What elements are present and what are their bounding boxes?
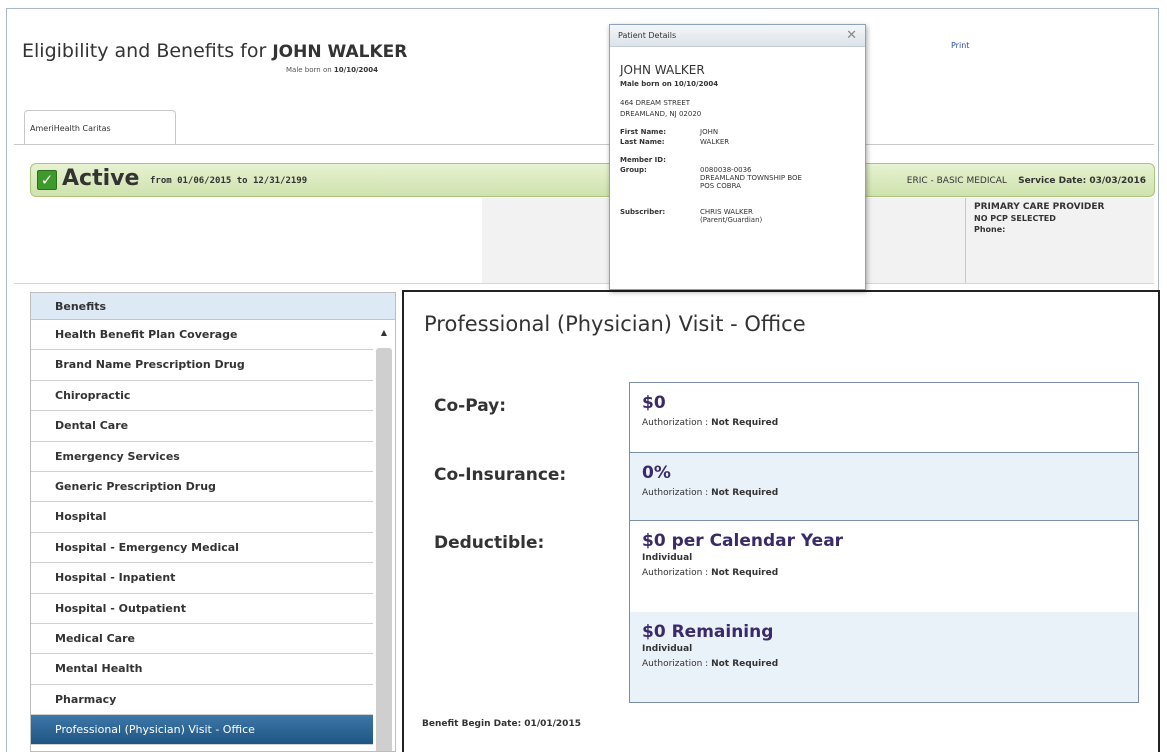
benefit-item[interactable]: Dental Care <box>31 411 373 442</box>
print-link[interactable]: Print <box>951 41 969 50</box>
coinsurance-authorization: Authorization : Not Required <box>642 488 779 498</box>
deductible-label: Deductible: <box>434 533 545 553</box>
benefits-header: Benefits <box>31 293 395 320</box>
patient-name: JOHN WALKER <box>272 42 408 62</box>
patient-subtitle: Male born on 10/10/2004 <box>286 66 378 74</box>
popup-dob: Male born on 10/10/2004 <box>620 80 719 88</box>
benefit-detail-panel: Professional (Physician) Visit - Office … <box>402 290 1160 752</box>
popup-address-2: DREAMLAND, NJ 02020 <box>620 110 702 118</box>
tab-amerihealth-caritas[interactable]: AmeriHealth Caritas <box>24 110 176 144</box>
benefit-item[interactable]: Hospital - Inpatient <box>31 563 373 594</box>
benefit-item[interactable]: Medical Care <box>31 624 373 655</box>
check-icon: ✓ <box>37 170 57 190</box>
scroll-thumb[interactable] <box>376 348 392 751</box>
coinsurance-cell: 0% Authorization : Not Required <box>630 452 1138 520</box>
scroll-up-icon[interactable]: ▲ <box>373 328 395 340</box>
benefit-item[interactable]: Hospital - Outpatient <box>31 594 373 624</box>
popup-group: Group: 0080038-0036 DREAMLAND TOWNSHIP B… <box>620 166 802 190</box>
copay-authorization: Authorization : Not Required <box>642 418 779 428</box>
status-range: from 01/06/2015 to 12/31/2199 <box>150 176 308 186</box>
benefit-item[interactable]: Emergency Services <box>31 442 373 472</box>
benefit-item[interactable]: Hospital <box>31 502 373 533</box>
pcp-status: NO PCP SELECTED <box>974 214 1056 223</box>
plan-info: ERIC - BASIC MEDICAL Service Date: 03/03… <box>907 176 1146 186</box>
popup-title: Patient Details <box>618 31 677 40</box>
remaining-cell: $0 Remaining Individual Authorization : … <box>630 612 1138 702</box>
popup-last-name: Last Name: WALKER <box>620 138 730 146</box>
benefit-item[interactable]: Hospital - Emergency Medical <box>31 533 373 564</box>
benefit-item[interactable]: Pharmacy <box>31 685 373 716</box>
popup-subscriber: Subscriber: CHRIS WALKER (Parent/Guardia… <box>620 208 763 224</box>
plan-name: ERIC - BASIC MEDICAL <box>906 176 1007 186</box>
popup-header: Patient Details ✕ <box>610 25 865 47</box>
popup-first-name: First Name: JOHN <box>620 128 719 136</box>
remaining-authorization: Authorization : Not Required <box>642 659 779 669</box>
benefit-item[interactable]: Generic Prescription Drug <box>31 472 373 503</box>
coinsurance-label: Co-Insurance: <box>434 465 567 485</box>
benefit-item[interactable]: Health Benefit Plan Coverage <box>31 320 373 351</box>
pcp-box: PRIMARY CARE PROVIDER NO PCP SELECTED Ph… <box>974 202 1154 234</box>
remaining-coverage-level: Individual <box>642 644 693 654</box>
deductible-authorization: Authorization : Not Required <box>642 568 779 578</box>
popup-patient-name: JOHN WALKER <box>620 63 705 77</box>
copay-label: Co-Pay: <box>434 396 507 416</box>
status-label: Active <box>62 166 140 191</box>
coinsurance-value: 0% <box>642 463 671 483</box>
benefit-item-selected[interactable]: Professional (Physician) Visit - Office <box>31 715 373 746</box>
popup-body: JOHN WALKER Male born on 10/10/2004 464 … <box>610 47 865 232</box>
page-title: Eligibility and Benefits for JOHN WALKER <box>22 40 408 62</box>
popup-address-1: 464 DREAM STREET <box>620 99 691 107</box>
values-box: $0 Authorization : Not Required 0% Autho… <box>629 382 1139 703</box>
deductible-coverage-level: Individual <box>642 553 693 563</box>
popup-member-id: Member ID: <box>620 156 666 164</box>
benefit-item[interactable]: Brand Name Prescription Drug <box>31 350 373 381</box>
deductible-cell: $0 per Calendar Year Individual Authoriz… <box>630 520 1138 612</box>
benefits-scrollbar[interactable]: ▲ <box>373 320 395 751</box>
service-date: Service Date: 03/03/2016 <box>1018 176 1146 186</box>
benefit-item[interactable]: Mental Health <box>31 654 373 685</box>
pcp-title: PRIMARY CARE PROVIDER <box>974 202 1105 212</box>
copay-value: $0 <box>642 393 666 413</box>
benefit-item[interactable]: Chiropractic <box>31 381 373 412</box>
pcp-divider <box>965 198 966 284</box>
benefits-list: Benefits Health Benefit Plan Coverage Br… <box>30 292 396 752</box>
patient-details-popup: Patient Details ✕ JOHN WALKER Male born … <box>609 24 866 290</box>
remaining-value: $0 Remaining <box>642 622 774 642</box>
copay-cell: $0 Authorization : Not Required <box>630 383 1138 452</box>
benefit-begin-date: Benefit Begin Date: 01/01/2015 <box>422 719 581 729</box>
pcp-phone: Phone: <box>974 225 1006 234</box>
detail-title: Professional (Physician) Visit - Office <box>424 312 806 336</box>
deductible-value: $0 per Calendar Year <box>642 531 844 551</box>
section-divider <box>14 283 1154 284</box>
tab-divider <box>14 144 1154 145</box>
close-icon[interactable]: ✕ <box>846 28 857 43</box>
status-bar: ✓ Active from 01/06/2015 to 12/31/2199 E… <box>30 163 1155 197</box>
